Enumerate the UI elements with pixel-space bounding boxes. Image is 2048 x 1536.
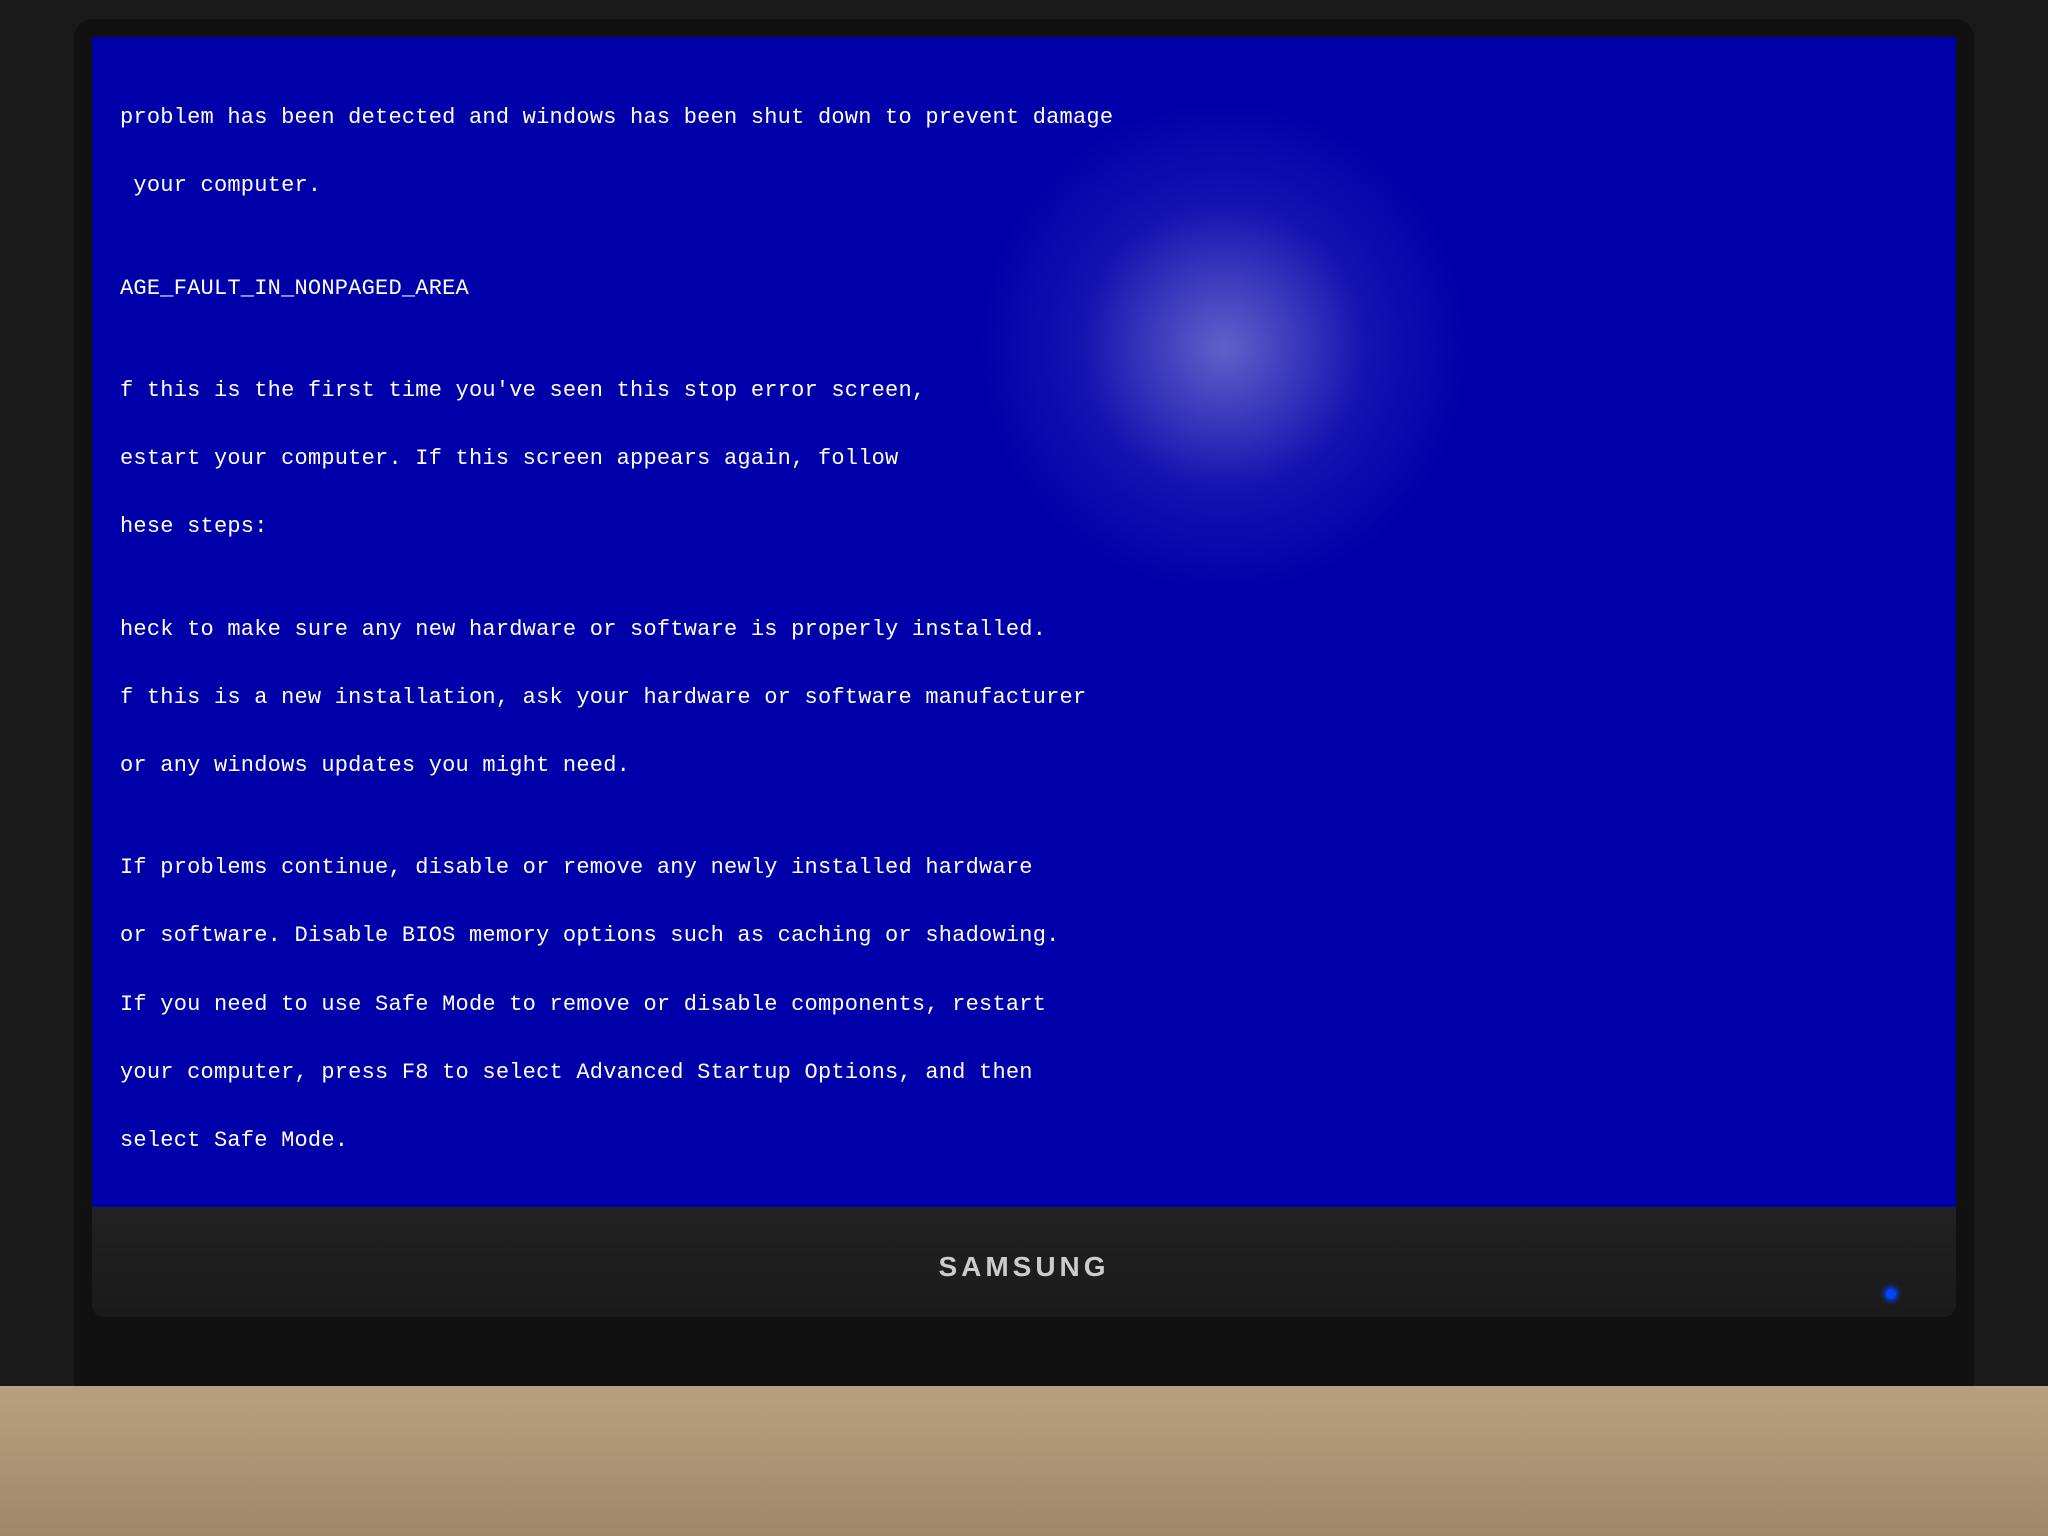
- bsod-line4: AGE_FAULT_IN_NONPAGED_AREA: [120, 272, 1194, 306]
- bsod-line7: estart your computer. If this screen app…: [120, 442, 1194, 476]
- bsod-line14: If problems continue, disable or remove …: [120, 851, 1194, 885]
- bsod-line12: or any windows updates you might need.: [120, 749, 1194, 783]
- monitor-power-led: [1886, 1289, 1896, 1299]
- desk-surface: [0, 1386, 2048, 1536]
- bsod-line15: or software. Disable BIOS memory options…: [120, 919, 1194, 953]
- bsod-line11: f this is a new installation, ask your h…: [120, 681, 1194, 715]
- monitor-bezel-bottom: SAMSUNG: [92, 1207, 1956, 1317]
- bsod-line18: select Safe Mode.: [120, 1124, 1194, 1158]
- bsod-line16: If you need to use Safe Mode to remove o…: [120, 988, 1194, 1022]
- screen: problem has been detected and windows ha…: [92, 37, 1956, 1207]
- bsod-line17: your computer, press F8 to select Advanc…: [120, 1056, 1194, 1090]
- bsod-line2: your computer.: [120, 169, 1194, 203]
- monitor-outer: problem has been detected and windows ha…: [74, 19, 1974, 1419]
- bsod-line1: problem has been detected and windows ha…: [120, 101, 1194, 135]
- bsod-line10: heck to make sure any new hardware or so…: [120, 613, 1194, 647]
- bsod-line6: f this is the first time you've seen thi…: [120, 374, 1194, 408]
- monitor-brand-label: SAMSUNG: [938, 1251, 1109, 1283]
- bsod-line8: hese steps:: [120, 510, 1194, 544]
- bsod-text: problem has been detected and windows ha…: [92, 37, 1222, 1207]
